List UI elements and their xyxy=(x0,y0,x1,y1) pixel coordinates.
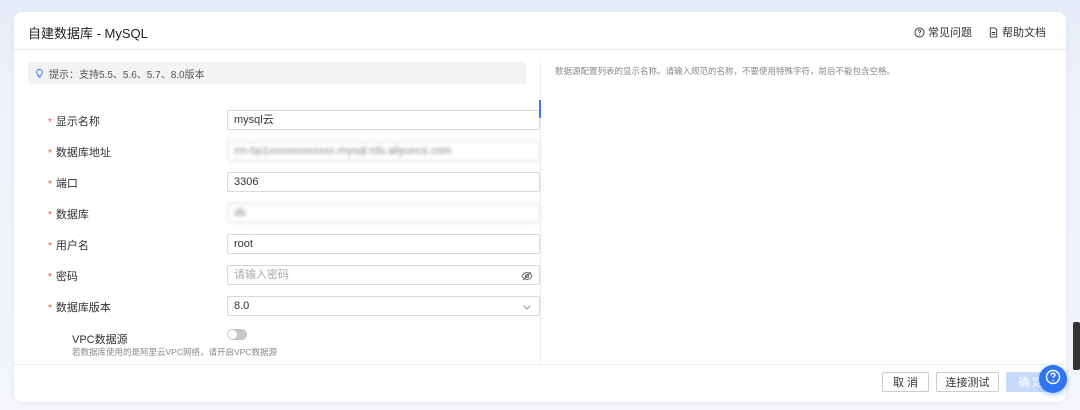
password-label: 密码 xyxy=(55,271,78,283)
username-label: 用户名 xyxy=(55,240,89,252)
vpc-row: VPC数据源 若数据库使用的是阿里云VPC网络，请开启VPC数据源 xyxy=(28,328,526,357)
database-row: * 数据库 db xyxy=(28,203,540,223)
field-help-text: 数据源配置列表的显示名称。请输入规范的名称，不要使用特殊字符，前后不能包含空格。 xyxy=(555,66,896,76)
vpc-toggle[interactable] xyxy=(227,329,247,340)
version-tip: 提示：支持5.5、5.6、5.7、8.0版本 xyxy=(28,62,526,84)
required-mark: * xyxy=(48,272,52,283)
docs-link[interactable]: 帮助文档 xyxy=(988,24,1046,40)
question-circle-icon xyxy=(914,26,925,38)
eye-off-icon[interactable] xyxy=(521,269,533,281)
required-mark: * xyxy=(48,303,52,314)
faq-link[interactable]: 常见问题 xyxy=(914,24,972,40)
vpc-label: VPC数据源 xyxy=(72,334,128,346)
db-version-select[interactable]: 8.0 xyxy=(227,296,540,316)
required-mark: * xyxy=(48,117,52,128)
port-label: 端口 xyxy=(55,178,78,190)
faq-link-label: 常见问题 xyxy=(928,27,972,39)
question-circle-icon xyxy=(1045,369,1061,390)
required-mark: * xyxy=(48,241,52,252)
password-row: * 密码 请输入密码 xyxy=(28,265,540,285)
db-address-row: * 数据库地址 rm-bp1xxxxxxxxxxxx.mysql.rds.aliy… xyxy=(28,141,540,161)
side-scrollbar[interactable] xyxy=(1073,322,1080,370)
port-input[interactable]: 3306 xyxy=(227,172,540,192)
cancel-button[interactable]: 取 消 xyxy=(882,372,929,392)
dialog-header: 自建数据库 - MySQL 常见问题 帮助文档 xyxy=(14,12,1066,50)
port-row: * 端口 3306 xyxy=(28,172,540,192)
display-name-label: 显示名称 xyxy=(55,116,100,128)
form-panel: 提示：支持5.5、5.6、5.7、8.0版本 * 显示名称 mysql云 * 数据库… xyxy=(28,62,540,357)
datasource-dialog: 自建数据库 - MySQL 常见问题 帮助文档 提示：支持5.5、5.6、5.7… xyxy=(14,12,1066,402)
required-mark: * xyxy=(48,179,52,190)
db-address-label: 数据库地址 xyxy=(55,147,111,159)
version-tip-text: 提示：支持5.5、5.6、5.7、8.0版本 xyxy=(49,69,205,81)
database-label: 数据库 xyxy=(55,209,89,221)
database-input[interactable]: db xyxy=(227,203,540,223)
db-version-row: * 数据库版本 8.0 xyxy=(28,296,540,316)
document-icon xyxy=(988,26,999,38)
connection-test-button[interactable]: 连接测试 xyxy=(936,372,999,392)
footer-divider xyxy=(14,364,1066,365)
chevron-down-icon xyxy=(521,300,533,312)
password-input[interactable]: 请输入密码 xyxy=(227,265,540,285)
username-input[interactable]: root xyxy=(227,234,540,254)
lightbulb-icon xyxy=(34,68,45,79)
required-mark: * xyxy=(48,148,52,159)
required-mark: * xyxy=(48,210,52,221)
vpc-hint: 若数据库使用的是阿里云VPC网络，请开启VPC数据源 xyxy=(72,347,277,357)
docs-link-label: 帮助文档 xyxy=(1002,27,1046,39)
help-float-button[interactable] xyxy=(1039,365,1067,393)
active-field-indicator xyxy=(539,100,541,118)
username-row: * 用户名 root xyxy=(28,234,540,254)
dialog-title: 自建数据库 - MySQL xyxy=(28,26,148,41)
display-name-input[interactable]: mysql云 xyxy=(227,110,540,130)
display-name-row: * 显示名称 mysql云 xyxy=(28,110,540,130)
db-address-input[interactable]: rm-bp1xxxxxxxxxxxx.mysql.rds.aliyuncs.co… xyxy=(227,141,540,161)
db-version-label: 数据库版本 xyxy=(55,302,111,314)
